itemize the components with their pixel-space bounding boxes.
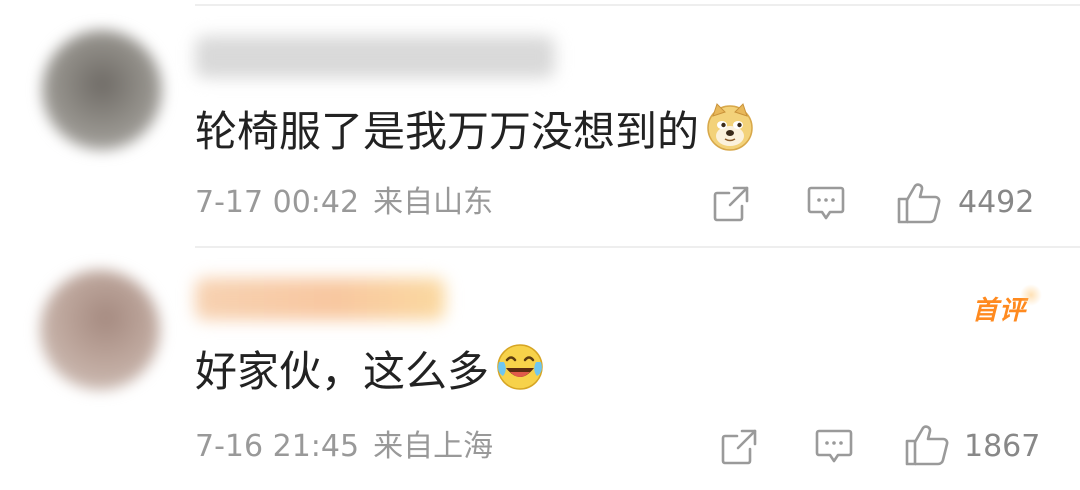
share-icon[interactable]: [720, 428, 758, 466]
doge-emoji-icon: [705, 102, 755, 159]
thumbs-up-icon[interactable]: [904, 424, 950, 466]
comment-date: 7-17 00:42: [195, 185, 360, 220]
comment-body: 轮椅服了是我万万没想到的: [195, 107, 700, 156]
share-icon[interactable]: [712, 185, 750, 223]
comment-location: 来自上海: [373, 429, 494, 464]
thumbs-up-icon[interactable]: [896, 182, 942, 224]
first-comment-badge: 首评: [972, 284, 1043, 327]
comment-item: 轮椅服了是我万万没想到的 7-17 00:42 来自山东 4492: [0, 0, 1080, 246]
comment-text: 轮椅服了是我万万没想到的: [195, 103, 755, 159]
comment-location: 来自山东: [373, 185, 494, 220]
comment-meta: 7-17 00:42 来自山东: [195, 188, 493, 218]
like-count: 4492: [958, 185, 1035, 220]
comment-text: 好家伙，这么多: [195, 344, 545, 399]
avatar[interactable]: [40, 270, 160, 390]
comment-date: 7-16 21:45: [195, 429, 360, 464]
like-count: 1867: [964, 429, 1041, 464]
author-name[interactable]: [195, 36, 555, 78]
laughing-crying-emoji-icon: [495, 342, 545, 399]
author-name[interactable]: [195, 278, 445, 320]
comment-meta: 7-16 21:45 来自上海: [195, 432, 493, 462]
avatar[interactable]: [42, 30, 162, 150]
comment-body: 好家伙，这么多: [195, 347, 490, 396]
comment-icon[interactable]: [806, 185, 846, 223]
comment-icon[interactable]: [814, 428, 854, 466]
comment-item: 首评 好家伙，这么多 7-16 21:45 来自上海 1867: [0, 248, 1080, 490]
